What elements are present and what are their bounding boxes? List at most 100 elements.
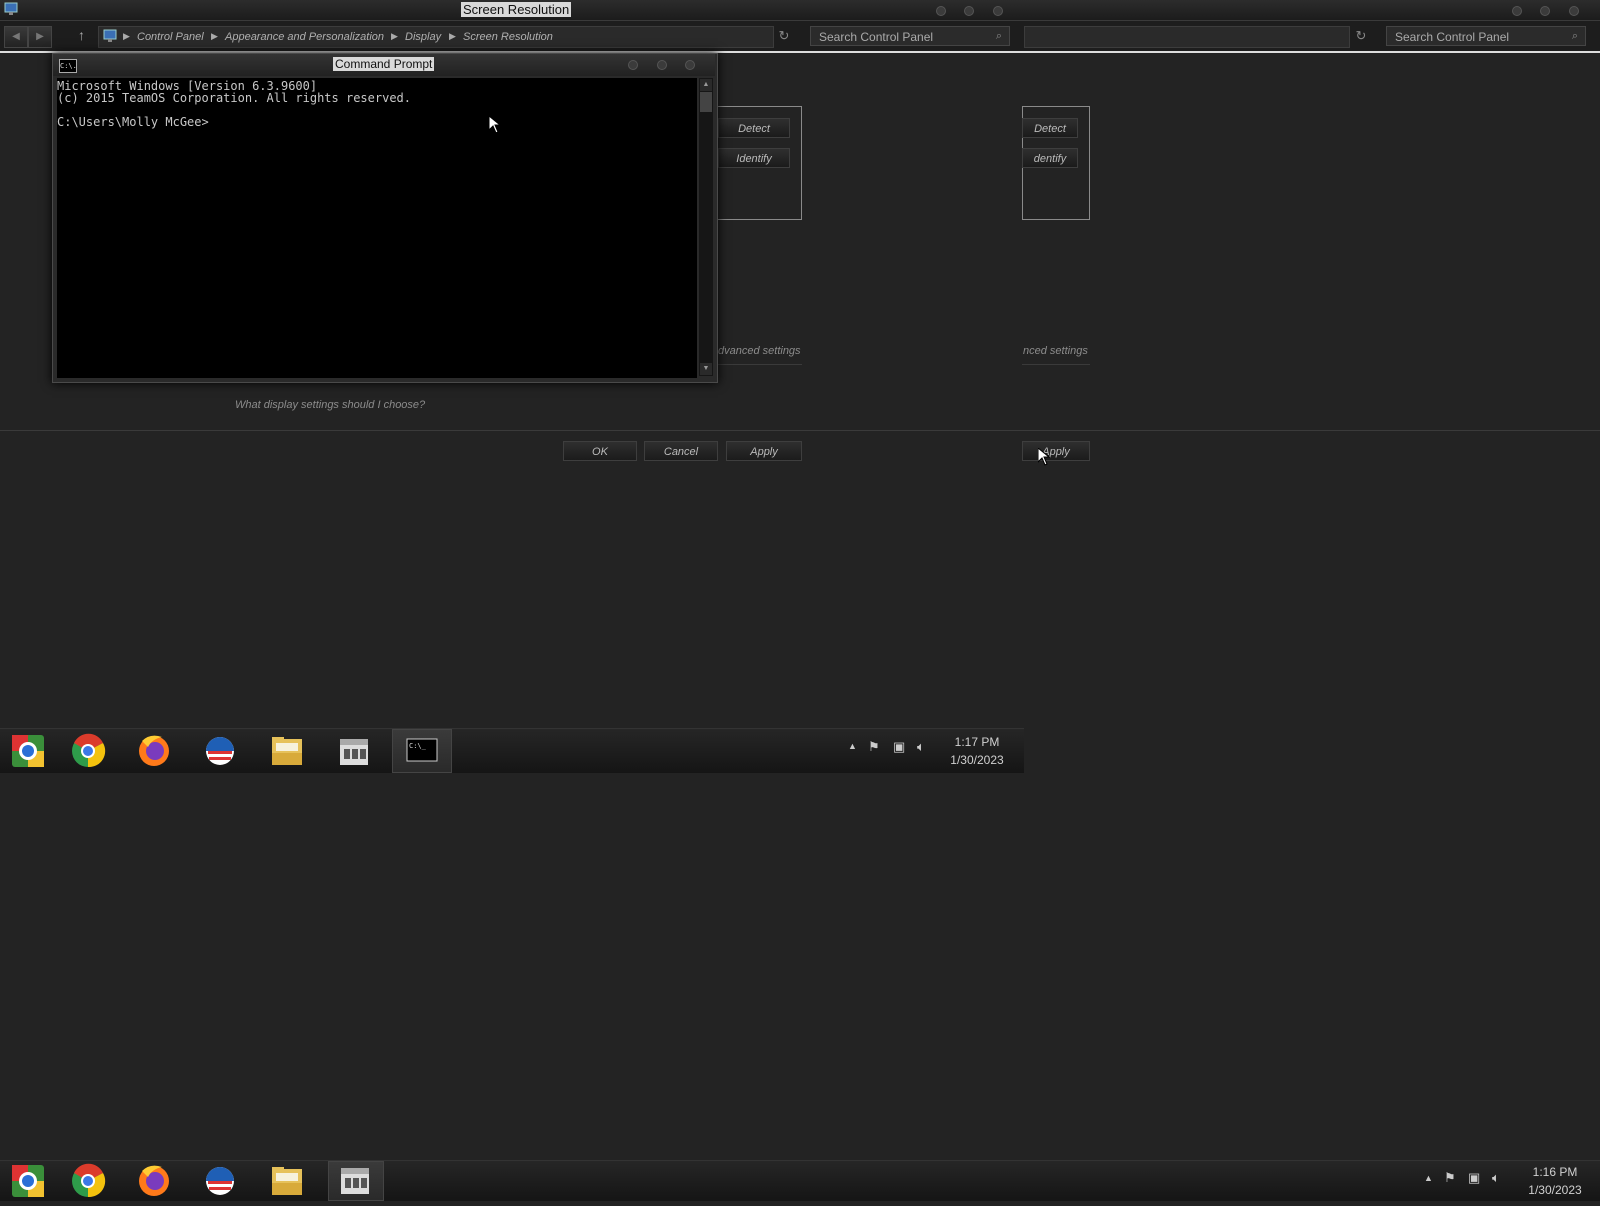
refresh-button-right[interactable]: ↻ (1352, 27, 1370, 45)
cmd-close-button[interactable] (685, 60, 695, 70)
mouse-cursor-icon (1038, 448, 1050, 466)
command-prompt-title-bar[interactable]: C:\. Command Prompt (53, 54, 715, 76)
taskbar-firefox[interactable] (126, 729, 186, 773)
console-output[interactable]: Microsoft Windows [Version 6.3.9600] (c) … (57, 78, 697, 378)
search-input-right[interactable]: Search Control Panel ⌕ (1386, 26, 1586, 46)
breadcrumb-control-panel[interactable]: Control Panel (137, 31, 204, 43)
taskbar-upper: C:\_ ▲ ⚑ ▣ 🔈︎ 1:17 PM 1/30/2023 (0, 728, 1024, 773)
taskbar-chrome[interactable] (60, 729, 120, 773)
search-placeholder: Search Control Panel (819, 30, 934, 44)
identify-button[interactable]: Identify (718, 148, 790, 168)
detect-button-right[interactable]: Detect (1022, 118, 1078, 138)
command-prompt-icon: C:\_ (406, 738, 438, 762)
taskbar-store[interactable] (328, 1161, 384, 1201)
taskbar-chrome[interactable] (60, 1161, 120, 1201)
refresh-button[interactable]: ↻ (775, 27, 793, 45)
scroll-thumb[interactable] (700, 92, 712, 112)
cmd-maximize-button[interactable] (657, 60, 667, 70)
clock-date: 1/30/2023 (1528, 1183, 1582, 1197)
maximize-button[interactable] (964, 6, 974, 16)
command-prompt-title: Command Prompt (333, 57, 435, 71)
command-prompt-window[interactable]: C:\. Command Prompt Microsoft Windows [V… (52, 53, 718, 383)
network-icon[interactable]: ▣ (893, 739, 905, 755)
taskbar-chrome-canary[interactable] (0, 1161, 60, 1201)
cancel-button[interactable]: Cancel (644, 441, 718, 461)
breadcrumb-screen-resolution[interactable]: Screen Resolution (463, 31, 553, 43)
taskbar-command-prompt[interactable]: C:\_ (392, 729, 452, 773)
breadcrumb-display[interactable]: Display (405, 31, 441, 43)
back-button[interactable]: ◀ (4, 26, 28, 48)
outlook-icon (206, 737, 234, 765)
apply-button[interactable]: Apply (726, 441, 802, 461)
mouse-cursor-icon (489, 116, 501, 134)
breadcrumb-separator-icon: ▶ (391, 31, 398, 41)
ok-button[interactable]: OK (563, 441, 637, 461)
system-clock[interactable]: 1:16 PM 1/30/2023 (1518, 1163, 1592, 1199)
chrome-icon (72, 1163, 106, 1198)
separator (718, 364, 802, 365)
address-bar-right[interactable] (1024, 26, 1350, 48)
folder-icon (272, 737, 302, 765)
svg-text:C:\_: C:\_ (409, 742, 427, 750)
firefox-icon (139, 1165, 169, 1196)
control-panel-icon (103, 29, 117, 42)
address-bar[interactable]: ▶ Control Panel ▶ Appearance and Persona… (98, 26, 774, 48)
window-title-bar: Screen Resolution (0, 0, 1600, 21)
show-hidden-icons-button[interactable]: ▲ (848, 741, 857, 751)
breadcrumb-separator-icon: ▶ (211, 31, 218, 41)
detect-button[interactable]: Detect (718, 118, 790, 138)
store-icon (341, 1168, 369, 1194)
window-title: Screen Resolution (461, 2, 572, 17)
advanced-settings-link[interactable]: dvanced settings (718, 345, 801, 357)
taskbar-firefox[interactable] (126, 1161, 186, 1201)
volume-icon[interactable]: 🔈︎ (917, 739, 925, 755)
action-center-flag-icon[interactable]: ⚑ (1444, 1170, 1456, 1186)
up-button[interactable]: ↑ (78, 27, 85, 43)
clock-time: 1:16 PM (1532, 1165, 1578, 1179)
console-prompt-line: C:\Users\Molly McGee> (57, 115, 209, 129)
search-placeholder-right: Search Control Panel (1395, 30, 1510, 44)
system-clock[interactable]: 1:17 PM 1/30/2023 (942, 733, 1012, 769)
scroll-down-icon[interactable]: ▼ (700, 363, 712, 375)
volume-icon[interactable]: 🔈︎ (1492, 1170, 1500, 1186)
apply-button-right[interactable]: Apply (1022, 441, 1090, 461)
store-icon (340, 739, 368, 765)
clock-time: 1:17 PM (954, 735, 1000, 749)
chrome-canary-icon (12, 735, 44, 767)
close-button[interactable] (993, 6, 1003, 16)
show-hidden-icons-button[interactable]: ▲ (1424, 1173, 1433, 1183)
console-scrollbar[interactable]: ▲ ▼ (699, 78, 713, 376)
advanced-settings-link-right[interactable]: nced settings (1023, 345, 1088, 357)
maximize-button-right[interactable] (1540, 6, 1550, 16)
minimize-button[interactable] (936, 6, 946, 16)
forward-button[interactable]: ▶ (28, 26, 52, 48)
taskbar-chrome-canary[interactable] (0, 729, 60, 773)
navigation-bar: ◀ ▶ ↑ ▶ Control Panel ▶ Appearance and P… (0, 21, 1600, 51)
cmd-minimize-button[interactable] (628, 60, 638, 70)
breadcrumb-separator-icon: ▶ (449, 31, 456, 41)
taskbar-outlook[interactable] (192, 729, 252, 773)
breadcrumb-appearance[interactable]: Appearance and Personalization (225, 31, 384, 43)
taskbar-outlook[interactable] (192, 1161, 252, 1201)
network-icon[interactable]: ▣ (1468, 1170, 1480, 1186)
forward-arrow-icon: ▶ (36, 31, 44, 42)
minimize-button-right[interactable] (1512, 6, 1522, 16)
firefox-icon (139, 735, 169, 766)
search-input[interactable]: Search Control Panel ⌕ (810, 26, 1010, 46)
outlook-icon (206, 1167, 234, 1195)
search-icon[interactable]: ⌕ (1567, 28, 1583, 44)
identify-button-right[interactable]: dentify (1022, 148, 1078, 168)
refresh-icon: ↻ (1355, 28, 1367, 43)
console-line: (c) 2015 TeamOS Corporation. All rights … (57, 91, 412, 105)
clock-date: 1/30/2023 (950, 753, 1004, 767)
close-button-right[interactable] (1569, 6, 1579, 16)
taskbar-file-explorer[interactable] (258, 1161, 318, 1201)
up-arrow-icon: ↑ (78, 27, 85, 43)
taskbar-file-explorer[interactable] (258, 729, 318, 773)
search-icon[interactable]: ⌕ (991, 28, 1007, 44)
action-center-flag-icon[interactable]: ⚑ (868, 739, 880, 755)
scroll-up-icon[interactable]: ▲ (700, 79, 712, 91)
taskbar-store[interactable] (326, 729, 386, 773)
display-settings-help-link[interactable]: What display settings should I choose? (235, 399, 425, 411)
display-icon (4, 2, 18, 15)
